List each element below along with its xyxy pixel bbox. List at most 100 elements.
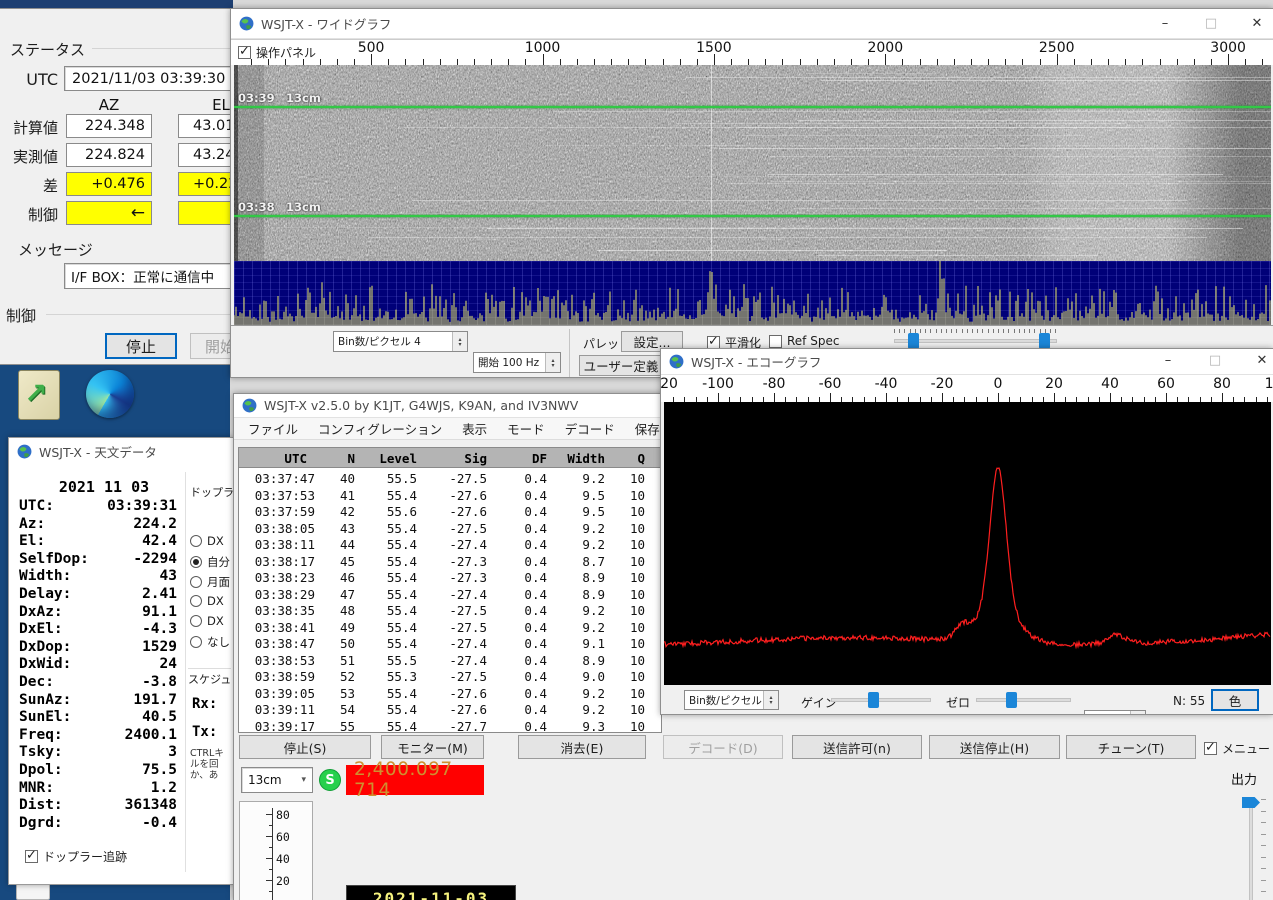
ctrl-el-field (178, 201, 232, 225)
table-row[interactable]: 03:39:175555.4-27.70.49.310 (239, 716, 661, 733)
maximize-button[interactable]: □ (1194, 13, 1228, 34)
doppler-option[interactable]: DX (190, 594, 224, 608)
wf-zero-handle[interactable] (1039, 333, 1050, 349)
doppler-option[interactable]: DX (190, 614, 224, 628)
desktop-icon-wsjtx[interactable]: ↗ (14, 368, 66, 428)
bins-per-pixel-spinner[interactable]: Bin数/ピクセル 4▴▾ (333, 331, 468, 352)
wf-gain-handle[interactable] (908, 333, 919, 349)
menu-コンフィグレーション[interactable]: コンフィグレーション (316, 416, 444, 441)
main-button-送信停止(H)[interactable]: 送信停止(H) (929, 735, 1060, 759)
echo-zero-handle[interactable] (1006, 692, 1017, 708)
echo-gain-handle[interactable] (868, 692, 879, 708)
wide-graph-titlebar[interactable]: WSJT-X - ワイドグラフ (231, 9, 1273, 39)
spinner-arrows-icon[interactable]: ▴▾ (1130, 711, 1145, 715)
doppler-option[interactable]: なし (190, 634, 230, 650)
table-row[interactable]: 03:38:354855.4-27.50.49.210 (239, 600, 661, 617)
menu-表示[interactable]: 表示 (460, 416, 489, 441)
table-row[interactable]: 03:38:174555.4-27.30.48.710 (239, 551, 661, 568)
output-slider-handle[interactable] (1242, 797, 1260, 808)
start-rotator-button[interactable]: 開始 (190, 333, 232, 359)
frequency-display[interactable]: 2,400.097 714 (346, 765, 484, 795)
waterfall-display[interactable]: 03:39 13cm 03:38 13cm (234, 65, 1271, 261)
echo-scale-label: -120 (660, 376, 678, 392)
astro-entry-value: 1529 (142, 639, 177, 655)
echo-scale-label: 100 (1265, 376, 1273, 392)
table-row[interactable]: 03:38:475055.4-27.40.49.110 (239, 633, 661, 650)
echo-color-button[interactable]: 色 (1211, 689, 1259, 711)
astro-entry-label: Width: (19, 568, 71, 584)
table-row[interactable]: 03:38:414955.4-27.50.49.210 (239, 617, 661, 634)
tick (967, 329, 968, 333)
band-select[interactable]: 13cm▾ (241, 767, 313, 793)
close-button[interactable]: ✕ (1245, 350, 1273, 371)
doppler-radio[interactable] (190, 595, 202, 607)
table-row[interactable]: 03:39:055355.4-27.60.49.210 (239, 683, 661, 700)
main-button-送信許可(n)[interactable]: 送信許可(n) (792, 735, 922, 759)
doppler-option[interactable]: 自分 (190, 554, 230, 570)
meter-tick-label: 60 (276, 830, 290, 844)
spinner-arrows-icon[interactable]: ▴▾ (763, 691, 778, 709)
table-row[interactable]: 03:38:294755.4-27.40.48.910 (239, 584, 661, 601)
refspec-checkbox-row[interactable]: Ref Spec (769, 334, 839, 348)
doppler-radio[interactable] (190, 556, 202, 568)
astro-entry-label: Dist: (19, 797, 63, 813)
ctrl-az-field: ← (66, 201, 152, 225)
doppler-option[interactable]: 月面 (190, 574, 230, 590)
desktop-icon-edge[interactable] (86, 370, 136, 426)
waterfall-streak (821, 80, 1271, 81)
doppler-option[interactable]: DX (190, 534, 224, 548)
echo-bins-spinner[interactable]: Bin数/ピクセル 1▴▾ (684, 690, 779, 710)
maximize-button[interactable]: □ (1198, 350, 1232, 371)
table-row[interactable]: 03:38:234655.4-27.30.48.910 (239, 567, 661, 584)
start-hz-spinner[interactable]: 開始 100 Hz▴▾ (473, 352, 561, 373)
refspec-checkbox[interactable] (769, 335, 782, 348)
main-button-デコード(D)[interactable]: デコード(D) (663, 735, 783, 759)
doppler-radio[interactable] (190, 576, 202, 588)
spinner-arrows-icon[interactable]: ▴▾ (452, 332, 467, 351)
minimize-button[interactable]: – (1151, 350, 1185, 371)
spinner-arrows-icon[interactable]: ▴▾ (545, 353, 560, 372)
astro-titlebar[interactable]: WSJT-X - 天文データ (9, 438, 233, 464)
output-slider[interactable] (1239, 791, 1269, 900)
echo-zero-slider[interactable] (976, 698, 1071, 702)
main-button-モニター(M)[interactable]: モニター(M) (381, 735, 484, 759)
spectrum-display[interactable] (234, 261, 1271, 325)
menu-ファイル[interactable]: ファイル (246, 416, 300, 441)
main-button-停止(S)[interactable]: 停止(S) (239, 735, 371, 759)
menu-保存[interactable]: 保存 (633, 416, 662, 441)
main-button-チューン(T)[interactable]: チューン(T) (1066, 735, 1196, 759)
astro-entry-value: 2.41 (142, 586, 177, 602)
doppler-radio[interactable] (190, 636, 202, 648)
doppler-radio[interactable] (190, 535, 202, 547)
echo-smooth-spinner[interactable]: 平滑化 10▴▾ (1084, 710, 1146, 715)
main-button-消去(E)[interactable]: 消去(E) (518, 735, 646, 759)
table-row[interactable]: 03:37:594255.6-27.60.49.510 (239, 501, 661, 518)
menu-デコード[interactable]: デコード (563, 416, 617, 441)
stop-rotator-button[interactable]: 停止 (105, 333, 177, 359)
astro-entry-label: DxWid: (19, 656, 71, 672)
menu-モード[interactable]: モード (505, 416, 547, 441)
table-row[interactable]: 03:38:595255.3-27.50.49.010 (239, 666, 661, 683)
doppler-tracking-checkbox[interactable] (25, 850, 38, 863)
control-panel-checkbox-row[interactable]: 操作パネル (238, 44, 316, 61)
table-cell: 55 (325, 719, 369, 736)
doppler-radio[interactable] (190, 615, 202, 627)
control-panel-checkbox[interactable] (238, 46, 251, 59)
menu-checkbox-row[interactable]: メニュー (1204, 740, 1270, 757)
table-row[interactable]: 03:38:535155.5-27.40.48.910 (239, 650, 661, 667)
minimize-button[interactable]: – (1148, 13, 1182, 34)
menu-checkbox[interactable] (1204, 742, 1217, 755)
table-row[interactable]: 03:38:054355.4-27.50.49.210 (239, 518, 661, 535)
echo-gain-slider[interactable] (831, 698, 931, 702)
table-row[interactable]: 03:38:114455.4-27.40.49.210 (239, 534, 661, 551)
table-row[interactable]: 03:37:474055.5-27.50.49.210 (239, 468, 661, 485)
doppler-tracking-checkbox-row[interactable]: ドップラー追跡 (25, 848, 127, 865)
waterfall-streak (768, 174, 1223, 175)
table-row[interactable]: 03:39:115455.4-27.60.49.210 (239, 699, 661, 716)
table-row[interactable]: 03:37:534155.4-27.60.49.510 (239, 485, 661, 502)
close-button[interactable]: ✕ (1240, 13, 1273, 34)
tick (886, 393, 887, 402)
control-group-label: 制御 (6, 305, 36, 326)
user-defined-button[interactable]: ユーザー定義 (579, 355, 663, 376)
waterfall-time-2: 03:38 (238, 200, 275, 214)
